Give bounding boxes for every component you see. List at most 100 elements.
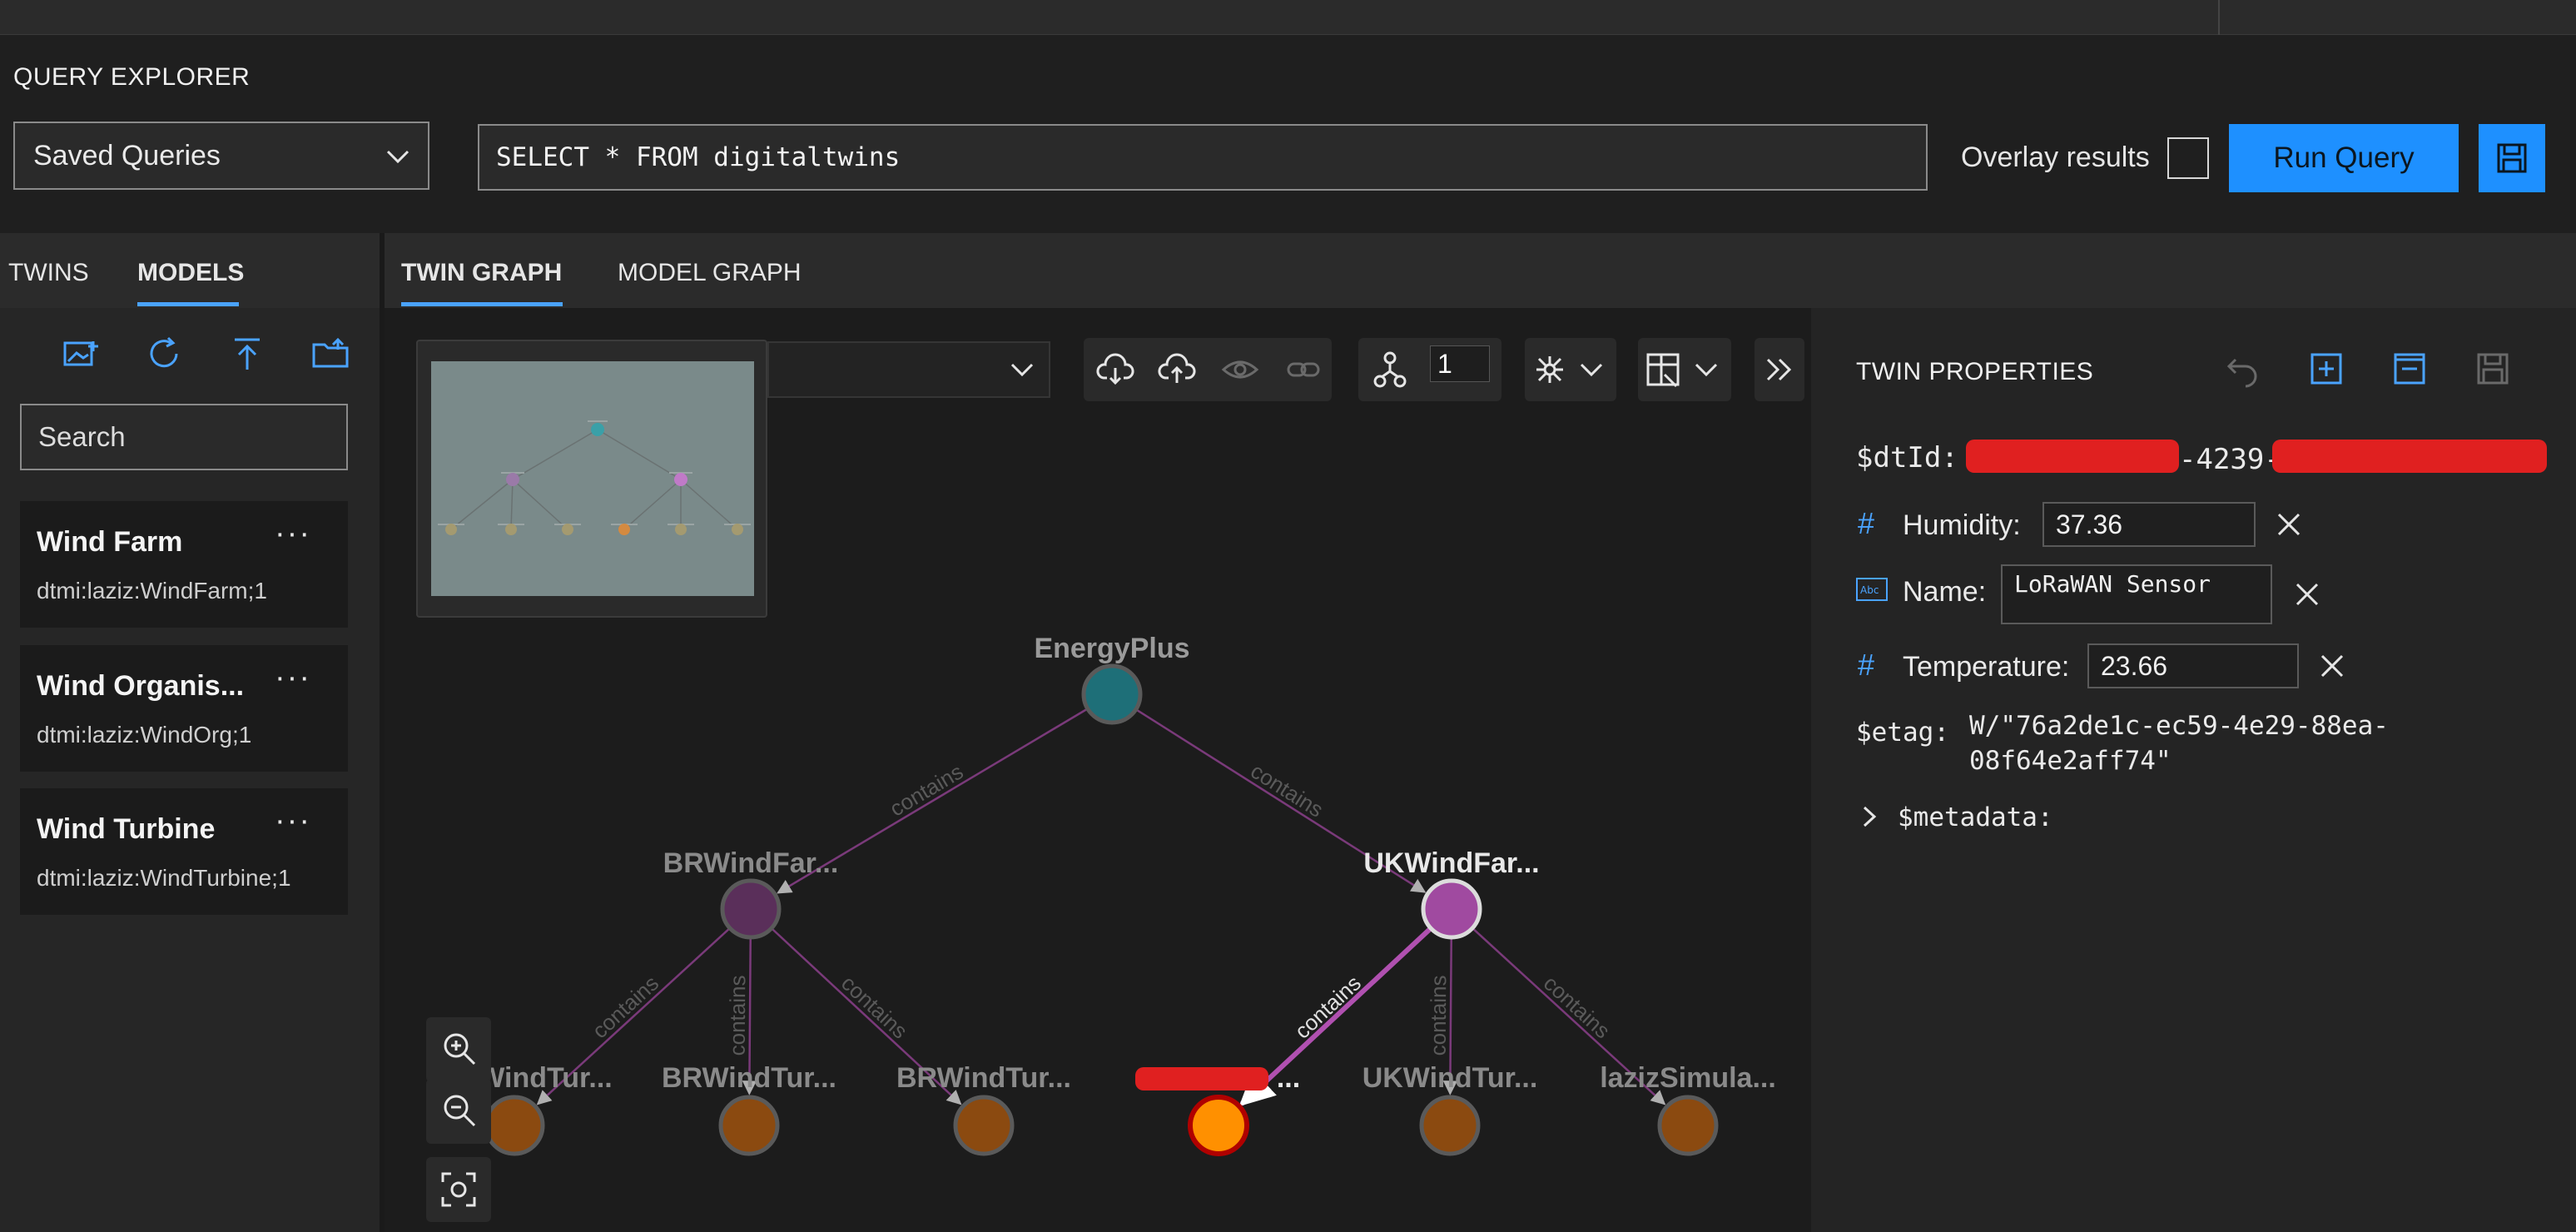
table-filter-icon[interactable] (1643, 350, 1683, 390)
twin-node-label: lazizSimula... (1600, 1062, 1776, 1094)
link-icon[interactable] (1283, 350, 1323, 390)
more-options-button[interactable]: ··· (275, 660, 311, 696)
model-search-input[interactable]: Search (20, 404, 348, 470)
graph-edges: contains contains contains contains contains… (536, 708, 1666, 1107)
run-query-button[interactable]: Run Query (2229, 124, 2459, 192)
save-query-button[interactable] (2479, 124, 2545, 192)
tab-twins[interactable]: TWINS (8, 259, 89, 287)
model-name: Wind Turbine (37, 813, 216, 845)
edge-label: contains (1539, 971, 1616, 1044)
graph-nodes: EnergyPlus BRWindFar... UKWindFar... WindTu… (478, 633, 1776, 1156)
model-dtmi: dtmi:laziz:WindTurbine;1 (37, 865, 291, 891)
filter-toolbar[interactable] (1638, 338, 1731, 401)
tab-model-graph[interactable]: MODEL GRAPH (618, 259, 802, 287)
model-dtmi: dtmi:laziz:WindOrg;1 (37, 722, 252, 748)
edge-label: contains (1290, 971, 1366, 1044)
number-type-icon: # (1858, 506, 1875, 540)
twin-node-label: BRWindFar... (663, 847, 839, 879)
twin-node-br[interactable] (720, 878, 782, 940)
twin-node-t1_visible[interactable] (484, 1095, 545, 1156)
twin-node-label: UKWindFar... (1363, 847, 1539, 879)
twin-node-t5[interactable] (1419, 1095, 1481, 1156)
chevron-double-right-icon[interactable] (1760, 350, 1799, 390)
metadata-label[interactable]: $metadata: (1898, 802, 2053, 832)
overlay-results-checkbox[interactable] (2167, 137, 2209, 179)
graph-layout-toolbar[interactable] (1525, 338, 1616, 401)
chevron-right-icon[interactable] (1858, 802, 1883, 831)
download-cloud-icon[interactable] (1095, 350, 1135, 390)
layout-dropdown[interactable] (767, 341, 1050, 398)
expansion-depth-input[interactable]: 1 (1430, 345, 1490, 382)
refresh-icon[interactable] (143, 333, 185, 375)
clear-temperature-icon[interactable] (2315, 649, 2349, 683)
hierarchy-icon[interactable] (1370, 350, 1410, 390)
edge-label: contains (1426, 975, 1452, 1056)
temperature-input[interactable]: 23.66 (2087, 643, 2299, 688)
twin-node-label: BRWindTur... (662, 1062, 836, 1094)
edge-label: contains (886, 758, 968, 821)
saved-queries-dropdown[interactable]: Saved Queries (13, 122, 429, 190)
top-bar (0, 0, 2576, 35)
more-options-button[interactable]: ··· (275, 516, 311, 552)
chevron-down-icon (1010, 363, 1034, 377)
edge-label: contains (1246, 758, 1328, 822)
model-name: Wind Organis... (37, 670, 245, 702)
etag-value-line-2: 08f64e2aff74" (1969, 746, 2171, 776)
zoom-in-icon (444, 1033, 476, 1066)
chevron-down-icon (386, 150, 409, 164)
query-explorer-title: QUERY EXPLORER (13, 63, 251, 91)
upload-cloud-icon[interactable] (1157, 350, 1197, 390)
string-type-icon: Abc (1856, 578, 1888, 601)
twin-node-uk[interactable] (1421, 878, 1482, 940)
fit-to-screen-button[interactable] (426, 1157, 491, 1222)
temperature-label: Temperature: (1903, 651, 2070, 683)
upload-model-icon[interactable] (226, 333, 268, 375)
twin-node-t4_suffix[interactable] (1188, 1095, 1249, 1156)
model-card-wind-turbine[interactable]: Wind Turbine dtmi:laziz:WindTurbine;1 ··… (20, 788, 348, 915)
model-card-wind-org[interactable]: Wind Organis... dtmi:laziz:WindOrg;1 ··· (20, 645, 348, 772)
name-input[interactable]: LoRaWAN Sensor (2001, 564, 2272, 624)
twin-node-label: BRWindTur... (896, 1062, 1071, 1094)
expand-all-icon[interactable] (2305, 348, 2347, 390)
twin-node-t2[interactable] (718, 1095, 780, 1156)
save-properties-icon[interactable] (2472, 348, 2514, 390)
model-card-wind-farm[interactable]: Wind Farm dtmi:laziz:WindFarm;1 ··· (20, 501, 348, 628)
number-type-icon: # (1858, 648, 1875, 682)
redaction-mark (1135, 1067, 1268, 1090)
edge-label: contains (836, 971, 912, 1044)
fit-screen-icon (441, 1172, 476, 1207)
minimap-graph (438, 420, 751, 535)
zoom-out-button[interactable] (426, 1079, 491, 1144)
zoom-out-icon (444, 1095, 476, 1127)
tab-models-indicator (137, 302, 239, 306)
redaction-mark (1966, 440, 2179, 473)
eye-icon[interactable] (1220, 350, 1260, 390)
undo-icon[interactable] (2222, 348, 2264, 390)
redaction-mark (2272, 440, 2547, 473)
clear-name-icon[interactable] (2291, 578, 2324, 611)
upload-folder-icon[interactable] (310, 333, 351, 375)
twin-node-t3[interactable] (953, 1095, 1015, 1156)
twin-node-t6[interactable] (1657, 1095, 1719, 1156)
more-options-button[interactable]: ··· (275, 803, 311, 839)
humidity-input[interactable]: 37.36 (2042, 502, 2256, 547)
upload-image-icon[interactable] (60, 333, 102, 375)
collapse-panel-toolbar[interactable] (1755, 338, 1804, 401)
name-label: Name: (1903, 576, 1987, 608)
chevron-down-icon (1580, 363, 1603, 377)
twin-node-energy[interactable] (1081, 663, 1143, 725)
graph-layout-icon[interactable] (1530, 350, 1570, 390)
tab-models[interactable]: MODELS (137, 259, 244, 287)
model-dtmi: dtmi:laziz:WindFarm;1 (37, 578, 267, 604)
collapse-all-icon[interactable] (2389, 348, 2430, 390)
tab-twin-graph[interactable]: TWIN GRAPH (401, 259, 562, 287)
humidity-label: Humidity: (1903, 509, 2021, 541)
clear-humidity-icon[interactable] (2272, 508, 2305, 541)
model-name: Wind Farm (37, 526, 183, 558)
zoom-in-button[interactable] (426, 1017, 491, 1082)
query-input[interactable]: SELECT * FROM digitaltwins (478, 124, 1928, 191)
svg-text:Abc: Abc (1860, 584, 1879, 596)
twin-node-label: ... (1277, 1062, 1300, 1094)
twin-properties-title: TWIN PROPERTIES (1856, 358, 2094, 385)
graph-minimap[interactable] (416, 340, 767, 618)
